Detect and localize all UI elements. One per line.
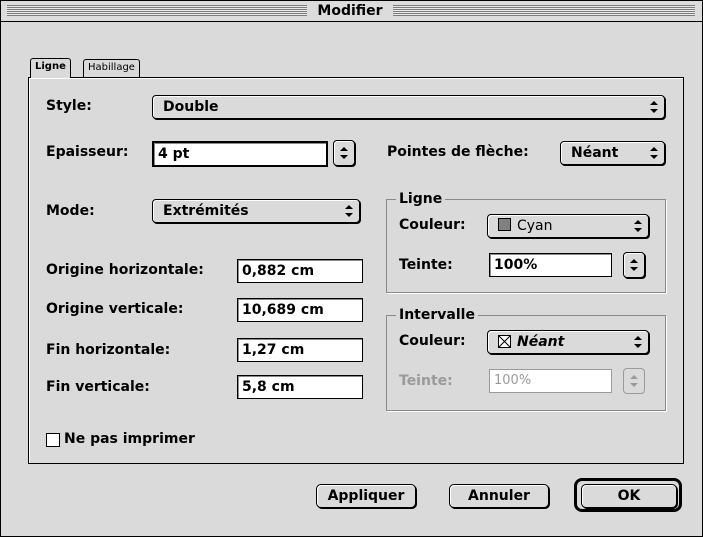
up-down-arrows-icon <box>345 205 353 217</box>
up-down-arrows-icon <box>650 101 658 113</box>
origine-verticale-field[interactable]: 10,689 cm <box>237 298 363 322</box>
ligne-teinte-label: Teinte: <box>399 257 453 273</box>
origine-verticale-label: Origine verticale: <box>46 301 184 317</box>
origine-verticale-value: 10,689 cm <box>242 302 324 318</box>
ligne-teinte-field[interactable]: 100% <box>489 253 612 277</box>
fin-verticale-label: Fin verticale: <box>46 379 150 395</box>
title-bar-stripes-right <box>393 5 695 16</box>
none-color-icon <box>498 335 511 348</box>
ligne-group-title: Ligne <box>396 191 446 207</box>
mode-popup-value: Extrémités <box>163 203 249 219</box>
fin-verticale-field[interactable]: 5,8 cm <box>237 375 363 399</box>
apply-button[interactable]: Appliquer <box>316 484 416 508</box>
ligne-couleur-label: Couleur: <box>399 217 466 233</box>
up-down-arrows-icon <box>650 147 658 159</box>
epaisseur-label: Epaisseur: <box>46 144 129 160</box>
ne-pas-imprimer-label: Ne pas imprimer <box>64 431 195 447</box>
style-popup[interactable]: Double <box>152 95 665 119</box>
pointes-popup[interactable]: Néant <box>560 141 665 165</box>
intervalle-teinte-field[interactable]: 100% <box>489 369 612 393</box>
intervalle-couleur-label: Couleur: <box>399 333 466 349</box>
ligne-couleur-value: Cyan <box>517 218 553 234</box>
color-swatch <box>498 218 511 231</box>
ligne-teinte-value: 100% <box>494 257 538 273</box>
epaisseur-stepper[interactable] <box>333 140 355 166</box>
fin-horizontale-field[interactable]: 1,27 cm <box>237 338 363 362</box>
ligne-group: Ligne Couleur: Cyan Teinte: 100% <box>386 191 666 293</box>
intervalle-couleur-popup-content: Néant <box>498 331 564 353</box>
ok-button[interactable]: OK <box>581 484 677 508</box>
intervalle-group-title: Intervalle <box>396 307 478 323</box>
fin-horizontale-label: Fin horizontale: <box>46 342 171 358</box>
tab-ligne[interactable]: Ligne <box>30 58 71 78</box>
ne-pas-imprimer-checkbox[interactable] <box>46 433 60 447</box>
modifier-dialog: Modifier Ligne Habillage Style: Double E… <box>0 0 703 537</box>
ligne-teinte-stepper[interactable] <box>623 252 645 278</box>
up-down-arrows-icon <box>634 336 642 348</box>
title-bar-stripes-left <box>7 5 307 16</box>
up-down-arrows-icon <box>630 375 638 387</box>
window-title: Modifier <box>313 2 387 20</box>
up-down-arrows-icon <box>340 147 348 159</box>
up-down-arrows-icon <box>634 220 642 232</box>
intervalle-teinte-value: 100% <box>494 373 532 388</box>
fin-horizontale-value: 1,27 cm <box>242 342 305 358</box>
epaisseur-field[interactable]: 4 pt <box>152 141 328 167</box>
origine-horizontale-field[interactable]: 0,882 cm <box>237 259 363 283</box>
mode-label: Mode: <box>46 203 95 219</box>
style-popup-value: Double <box>163 99 219 115</box>
mode-popup[interactable]: Extrémités <box>152 199 360 223</box>
intervalle-teinte-stepper[interactable] <box>623 368 645 394</box>
pointes-label: Pointes de flèche: <box>387 144 529 160</box>
intervalle-couleur-popup[interactable]: Néant <box>487 330 649 354</box>
intervalle-group: Intervalle Couleur: Néant Teinte: 100% <box>386 307 666 411</box>
cancel-button[interactable]: Annuler <box>449 484 549 508</box>
up-down-arrows-icon <box>630 259 638 271</box>
origine-horizontale-value: 0,882 cm <box>242 263 315 279</box>
origine-horizontale-label: Origine horizontale: <box>46 262 204 278</box>
style-label: Style: <box>46 98 92 114</box>
ligne-couleur-popup-content: Cyan <box>498 215 553 237</box>
tab-habillage[interactable]: Habillage <box>83 59 140 77</box>
title-bar[interactable]: Modifier <box>1 1 702 22</box>
pointes-popup-value: Néant <box>571 145 619 161</box>
ligne-couleur-popup[interactable]: Cyan <box>487 214 649 238</box>
epaisseur-value: 4 pt <box>158 146 190 162</box>
fin-verticale-value: 5,8 cm <box>242 379 295 395</box>
intervalle-couleur-value: Néant <box>517 334 565 350</box>
intervalle-teinte-label: Teinte: <box>399 373 453 389</box>
